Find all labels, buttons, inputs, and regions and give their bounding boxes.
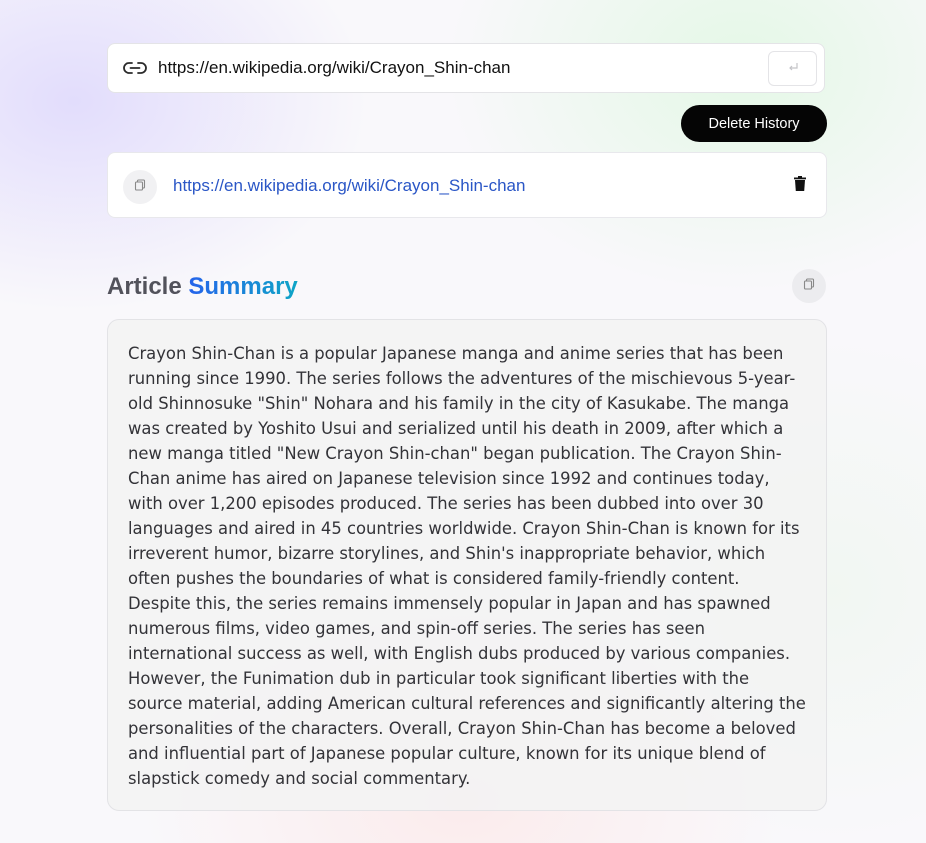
history-item: https://en.wikipedia.org/wiki/Crayon_Shi… [107, 152, 827, 218]
delete-history-item-button[interactable] [791, 176, 809, 196]
link-icon [122, 59, 148, 77]
copy-icon [134, 178, 146, 196]
submit-url-button[interactable] [768, 51, 817, 86]
copy-summary-button[interactable] [792, 269, 826, 303]
summary-heading: Article Summary [107, 270, 298, 304]
copy-url-button[interactable] [123, 170, 157, 204]
history-link[interactable]: https://en.wikipedia.org/wiki/Crayon_Shi… [173, 176, 525, 196]
trash-icon [794, 176, 806, 196]
summary-box: Crayon Shin-Chan is a popular Japanese m… [107, 319, 827, 811]
summary-text: Crayon Shin-Chan is a popular Japanese m… [128, 344, 806, 788]
summary-heading-accent: Summary [188, 273, 298, 300]
delete-history-button[interactable]: Delete History [681, 105, 827, 142]
enter-icon [787, 60, 799, 78]
url-input-bar [107, 43, 825, 93]
copy-icon [803, 277, 815, 295]
summary-heading-prefix: Article [107, 273, 182, 300]
url-input[interactable] [158, 56, 758, 80]
